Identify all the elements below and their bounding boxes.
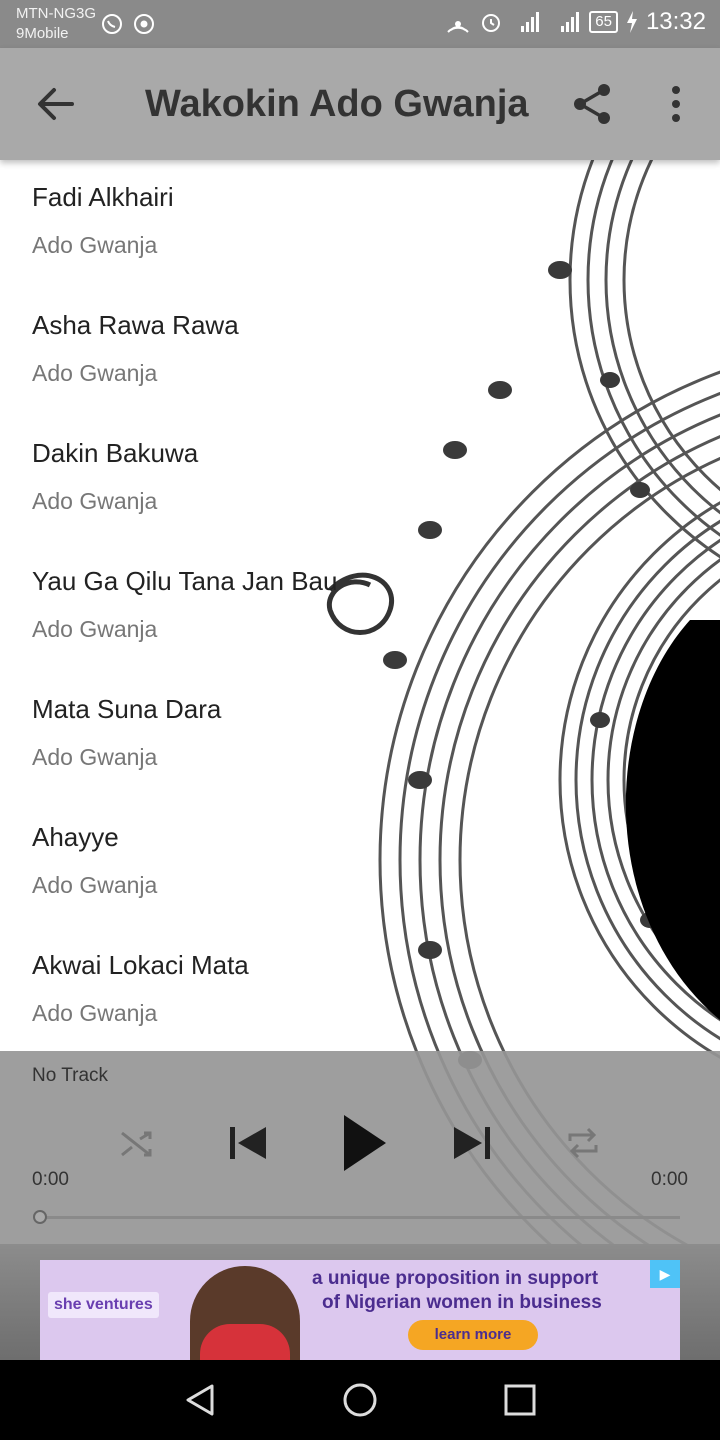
list-item[interactable]: Ahayye Ado Gwanja bbox=[0, 800, 720, 928]
track-artist: Ado Gwanja bbox=[32, 232, 158, 258]
more-options-icon[interactable] bbox=[660, 82, 692, 126]
elapsed-time: 0:00 bbox=[32, 1169, 69, 1190]
app-bar: Wakokin Ado Gwanja bbox=[0, 48, 720, 160]
total-time: 0:00 bbox=[651, 1169, 688, 1190]
ad-cta-button[interactable]: learn more bbox=[408, 1320, 538, 1350]
previous-icon[interactable] bbox=[228, 1123, 268, 1163]
ad-banner[interactable]: she ventures a unique proposition in sup… bbox=[40, 1260, 680, 1360]
track-title: Asha Rawa Rawa bbox=[32, 310, 239, 340]
next-icon[interactable] bbox=[452, 1123, 492, 1163]
track-artist: Ado Gwanja bbox=[32, 872, 158, 898]
list-item[interactable]: Fadi Alkhairi Ado Gwanja bbox=[0, 160, 720, 288]
track-artist: Ado Gwanja bbox=[32, 744, 158, 770]
nav-back-icon[interactable] bbox=[180, 1380, 220, 1420]
track-title: Mata Suna Dara bbox=[32, 694, 222, 724]
track-title: Akwai Lokaci Mata bbox=[32, 950, 249, 980]
track-artist: Ado Gwanja bbox=[32, 488, 158, 514]
ad-headline-1: a unique proposition in support bbox=[312, 1268, 599, 1289]
status-bar: MTN-NG3G 9Mobile 65 13:32 bbox=[0, 0, 720, 48]
list-item[interactable]: Dakin Bakuwa Ado Gwanja bbox=[0, 416, 720, 544]
battery-indicator: 65 bbox=[589, 11, 618, 33]
track-artist: Ado Gwanja bbox=[32, 1000, 158, 1026]
share-icon[interactable] bbox=[568, 80, 616, 128]
track-artist: Ado Gwanja bbox=[32, 616, 158, 642]
shuffle-icon[interactable] bbox=[118, 1125, 154, 1161]
play-icon[interactable] bbox=[340, 1113, 390, 1173]
ad-info-icon[interactable]: ▶ bbox=[650, 1260, 680, 1288]
list-item[interactable]: Mata Suna Dara Ado Gwanja bbox=[0, 672, 720, 800]
ad-container: she ventures a unique proposition in sup… bbox=[0, 1244, 720, 1360]
alarm-icon bbox=[482, 14, 501, 32]
signal-h-icon bbox=[561, 12, 580, 32]
ad-brand: she ventures bbox=[48, 1292, 159, 1318]
charging-icon bbox=[626, 11, 637, 33]
seek-bar[interactable] bbox=[40, 1216, 680, 1219]
list-item[interactable]: Yau Ga Qilu Tana Jan Bau Ado Gwanja bbox=[0, 544, 720, 672]
track-title: Ahayye bbox=[32, 822, 119, 852]
carrier-label: MTN-NG3G 9Mobile bbox=[16, 4, 96, 44]
whatsapp-icon bbox=[102, 14, 122, 34]
page-title: Wakokin Ado Gwanja bbox=[145, 83, 529, 125]
player-panel: No Track 0:00 0:00 bbox=[0, 1051, 720, 1244]
seek-thumb[interactable] bbox=[33, 1210, 47, 1224]
track-title: Fadi Alkhairi bbox=[32, 182, 174, 212]
carrier-name-secondary: 9Mobile bbox=[16, 25, 69, 42]
track-title: Yau Ga Qilu Tana Jan Bau bbox=[32, 566, 338, 596]
ad-headline-2: of Nigerian women in business bbox=[322, 1292, 602, 1313]
hotspot-icon bbox=[447, 21, 469, 33]
carrier-name: MTN-NG3G bbox=[16, 5, 96, 22]
track-title: Dakin Bakuwa bbox=[32, 438, 199, 468]
now-playing-label: No Track bbox=[32, 1065, 109, 1086]
system-nav-bar bbox=[0, 1360, 720, 1440]
nav-recents-icon[interactable] bbox=[500, 1380, 540, 1420]
clock: 13:32 bbox=[645, 8, 706, 35]
ad-person-image bbox=[190, 1266, 300, 1360]
chrome-icon bbox=[134, 14, 154, 34]
list-item[interactable]: Asha Rawa Rawa Ado Gwanja bbox=[0, 288, 720, 416]
back-arrow-icon[interactable] bbox=[34, 84, 78, 124]
repeat-icon[interactable] bbox=[564, 1125, 602, 1161]
nav-home-icon[interactable] bbox=[340, 1380, 380, 1420]
track-artist: Ado Gwanja bbox=[32, 360, 158, 386]
list-item[interactable]: Akwai Lokaci Mata Ado Gwanja bbox=[0, 928, 720, 1056]
signal-3g-icon bbox=[521, 12, 540, 32]
track-list: Fadi Alkhairi Ado Gwanja Asha Rawa Rawa … bbox=[0, 160, 720, 1056]
